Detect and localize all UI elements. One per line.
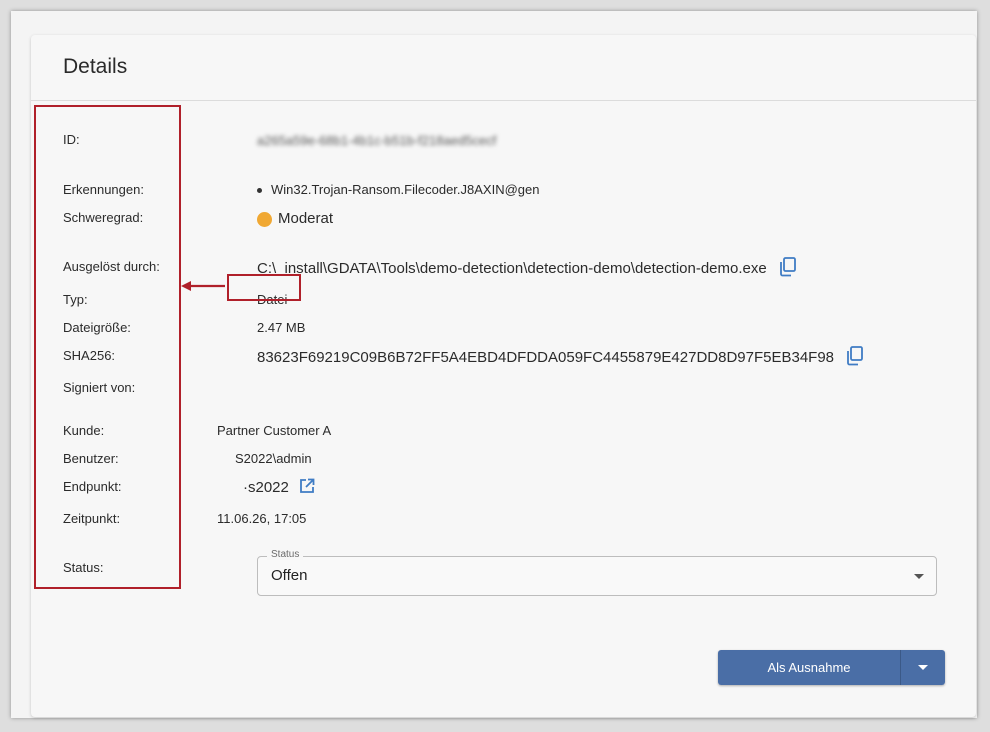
copy-path-icon[interactable]: [779, 257, 797, 281]
screenshot-frame: Details ID: Erkennungen: Schweregrad: Au…: [11, 11, 977, 718]
status-legend: Status: [267, 549, 304, 560]
annotation-labels-box: [34, 105, 181, 589]
add-exception-button[interactable]: Als Ausnahme hinzufügen: [718, 650, 901, 685]
list-bullet: [257, 188, 262, 194]
sha256-value: 83623F69219C09B6B72FF5A4EBD4DFDDA059FC44…: [257, 346, 864, 370]
annotation-arrow-icon: [181, 281, 225, 291]
severity-moderate-dot: [257, 211, 272, 227]
open-external-icon[interactable]: [299, 478, 315, 498]
endpoint-link[interactable]: ·s2022: [243, 479, 289, 496]
card-header: Details: [31, 35, 976, 101]
add-exception-split-button: Als Ausnahme hinzufügen: [718, 650, 945, 685]
timestamp-value: 11.06.26, 17:05: [217, 511, 307, 526]
detection-item: Win32.Trojan-Ransom.Filecoder.J8AXIN@gen: [271, 182, 540, 197]
triggered-by-value: C:\_install\GDATA\Tools\demo-detection\d…: [257, 257, 797, 281]
value-id: a265a59e-68b1-4b1c-b51b-f218aed5cecf: [257, 133, 497, 148]
card-title: Details: [63, 55, 128, 78]
file-size-value: 2.47 MB: [257, 320, 306, 335]
endpoint-value: ·s2022: [243, 478, 315, 498]
status-select[interactable]: Status Offen: [257, 549, 937, 596]
triggered-by-path: C:\_install\GDATA\Tools\demo-detection\d…: [257, 259, 767, 277]
customer-value: Partner Customer A: [217, 423, 332, 438]
add-exception-dropdown-button[interactable]: [901, 650, 945, 685]
severity-label: Moderat: [278, 210, 334, 227]
severity-value: Moderat: [257, 210, 333, 227]
status-selected-value: Offen: [271, 567, 308, 584]
annotation-type-box: [227, 274, 301, 301]
copy-hash-icon[interactable]: [846, 346, 864, 370]
chevron-down-icon: [914, 574, 924, 579]
sha256-hash: 83623F69219C09B6B72FF5A4EBD4DFDDA059FC44…: [257, 348, 835, 366]
detections-list: Win32.Trojan-Ransom.Filecoder.J8AXIN@gen: [257, 182, 540, 197]
user-value: S2022\admin: [235, 451, 312, 466]
caret-down-icon: [918, 665, 928, 670]
